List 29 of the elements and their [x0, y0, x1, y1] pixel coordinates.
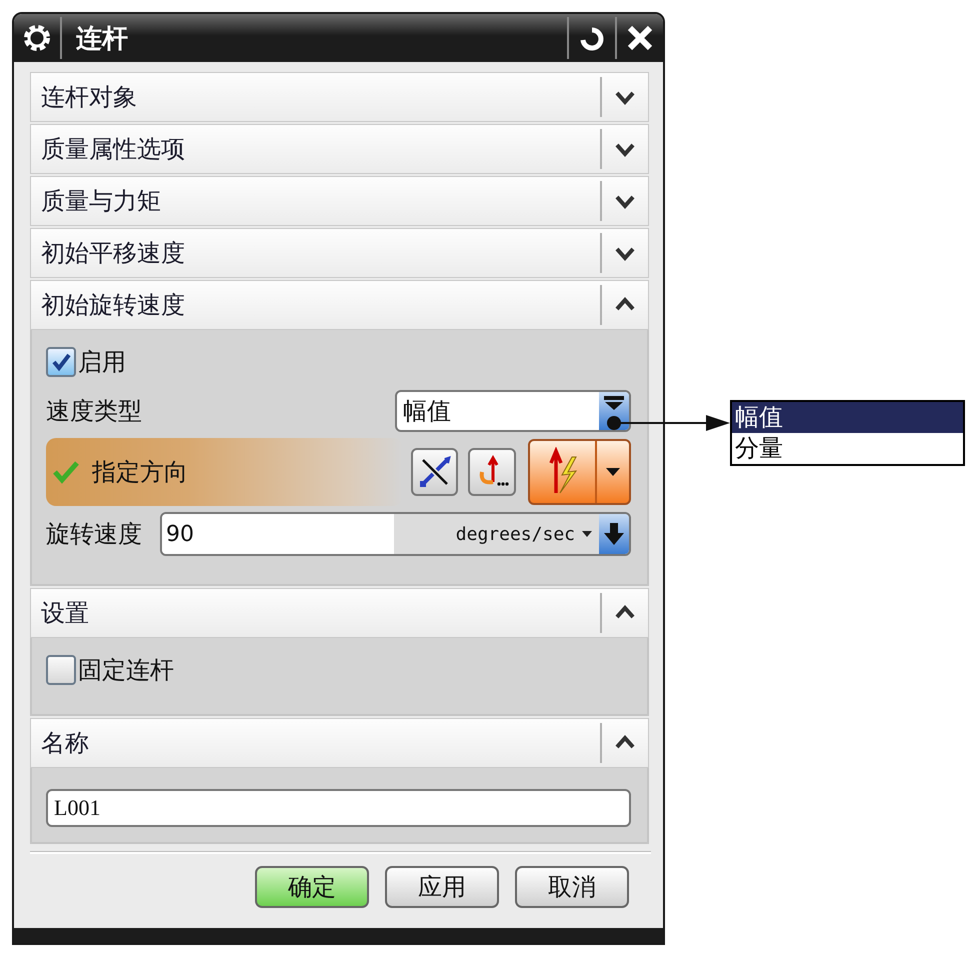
inferred-vector-button[interactable] [528, 439, 631, 505]
section-header[interactable]: 质量属性选项 [30, 124, 649, 174]
reverse-direction-button[interactable] [410, 448, 458, 496]
checkbox[interactable] [46, 347, 76, 377]
dialog-button[interactable]: 应用 [385, 866, 499, 908]
name-input[interactable]: L001 [46, 789, 631, 827]
close-icon[interactable] [626, 24, 654, 52]
window-title: 连杆 [75, 22, 129, 56]
section-header[interactable]: 质量与力矩 [30, 176, 649, 226]
section-header[interactable]: 初始旋转速度 [30, 280, 649, 330]
checkmark-icon [50, 351, 72, 373]
caret-down-icon[interactable] [603, 396, 625, 410]
dialog-button[interactable]: 取消 [515, 866, 629, 908]
section-header[interactable]: 名称 [30, 718, 649, 768]
checkbox[interactable] [46, 655, 76, 685]
dropdown-option[interactable]: 幅值 [732, 402, 963, 433]
section-header[interactable]: 设置 [30, 588, 649, 638]
dialog-button[interactable]: 确定 [255, 866, 369, 908]
section-header[interactable]: 初始平移速度 [30, 228, 649, 278]
dropdown-option[interactable]: 分量 [732, 433, 963, 464]
checkbox-label: 固定连杆 [78, 655, 174, 686]
field-label: 旋转速度 [46, 519, 142, 550]
caret-down-icon[interactable] [605, 467, 621, 477]
checkbox-label: 启用 [78, 347, 126, 378]
vector-dialog-button[interactable] [468, 448, 516, 496]
settings-icon[interactable] [22, 23, 52, 53]
type-dropdown[interactable]: 幅值 [395, 390, 631, 432]
field-label: 速度类型 [46, 396, 142, 427]
section-header[interactable]: 连杆对象 [30, 72, 649, 122]
